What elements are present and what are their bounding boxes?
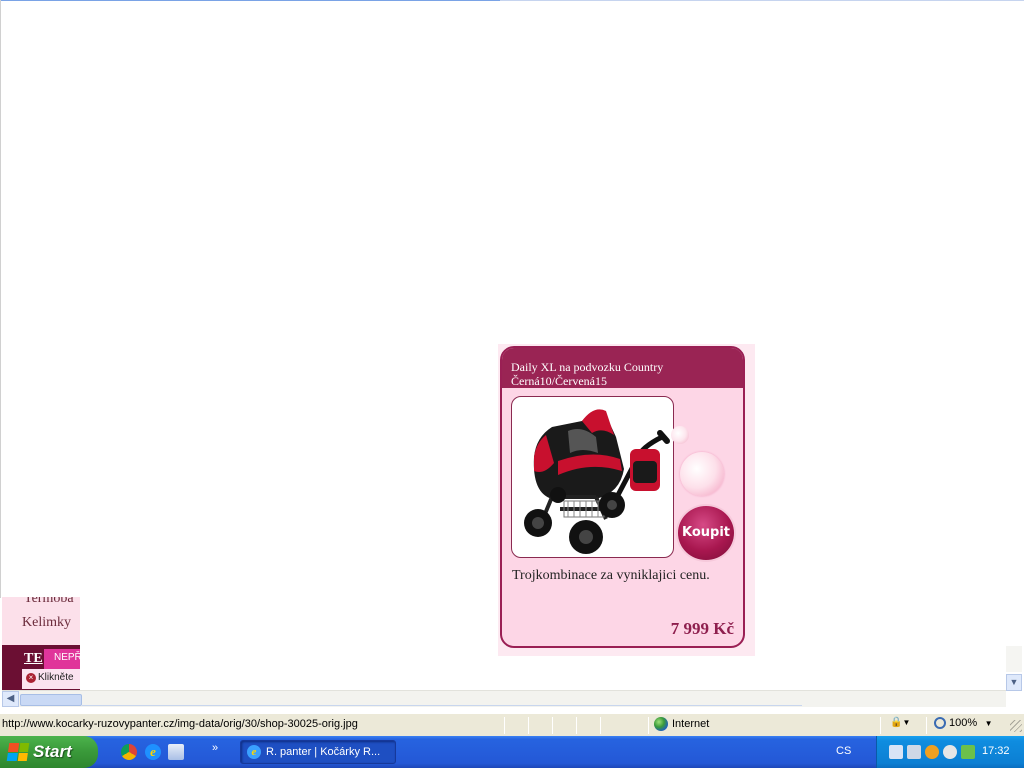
security-zone-label: Internet (672, 718, 710, 730)
product-title-line2: Černá10/Červená15 (511, 374, 607, 388)
security-zone[interactable]: Internet (654, 717, 709, 731)
status-separator (880, 717, 881, 734)
status-separator (528, 717, 529, 734)
product-price: 7 999 Kč (670, 619, 734, 638)
taskbar-window-label: R. panter | Kočárky R... (266, 746, 381, 758)
protected-mode-icon[interactable]: 🔒▼ (890, 717, 920, 728)
left-menu-fragment: Termoba Kelimky TE NEPŘ × Klikněte (2, 597, 80, 705)
product-popup: Daily XL na podvozku Country Černá10/Čer… (500, 346, 745, 648)
network-icon[interactable] (889, 745, 903, 759)
system-tray: 17:32 (876, 736, 1024, 768)
status-url: http://www.kocarky-ruzovypanter.cz/img-d… (2, 718, 358, 730)
language-indicator[interactable]: CS (836, 745, 851, 757)
globe-icon (654, 717, 668, 731)
status-separator (552, 717, 553, 734)
chevron-down-icon: ▼ (980, 718, 993, 728)
page-top-border-right (500, 0, 1024, 1)
menu-item-kelimky[interactable]: Kelimky (22, 615, 71, 631)
decorative-bubble-small (671, 426, 689, 444)
chrome-icon[interactable] (121, 744, 137, 760)
status-separator (600, 717, 601, 734)
notice-click-link[interactable]: × Klikněte (22, 669, 80, 689)
zoom-level: 100% (949, 717, 978, 729)
close-icon: × (26, 673, 36, 683)
antivirus-icon[interactable] (943, 745, 957, 759)
internet-explorer-icon[interactable]: e (145, 744, 161, 760)
product-image[interactable] (511, 396, 674, 558)
product-title: Daily XL na podvozku Country Černá10/Čer… (502, 348, 743, 388)
status-separator (504, 717, 505, 734)
vertical-scrollbar-track[interactable] (1006, 646, 1022, 672)
scroll-left-button[interactable]: ◀ (2, 691, 19, 707)
show-desktop-icon[interactable] (168, 744, 184, 760)
volume-icon[interactable] (907, 745, 921, 759)
internet-explorer-icon: e (247, 745, 261, 759)
product-title-line1: Daily XL na podvozku Country (511, 360, 664, 374)
windows-logo-icon (6, 743, 30, 761)
windows-taskbar: Start e » e R. panter | Kočárky R... CS … (0, 736, 1024, 768)
stroller-icon (524, 409, 670, 554)
browser-viewport: Termoba Kelimky TE NEPŘ × Klikněte Daily … (0, 0, 1024, 768)
zoom-icon (934, 717, 946, 729)
scroll-track-line (82, 705, 802, 706)
quicklaunch-more[interactable]: » (212, 742, 218, 754)
status-separator (576, 717, 577, 734)
browser-status-bar: http://www.kocarky-ruzovypanter.cz/img-d… (0, 713, 1024, 736)
resize-grip-icon[interactable] (1010, 720, 1022, 732)
decorative-bubble-medium (680, 452, 724, 496)
horizontal-scroll-thumb[interactable] (20, 694, 82, 706)
buy-button[interactable]: Koupit (676, 504, 736, 562)
scroll-down-button[interactable]: ▼ (1006, 674, 1022, 691)
taskbar-window-button[interactable]: e R. panter | Kočárky R... (240, 740, 396, 764)
menu-heading-te[interactable]: TE (24, 651, 43, 667)
status-separator (648, 717, 649, 734)
start-label: Start (33, 742, 72, 761)
notice-click-text: Klikněte (38, 672, 74, 683)
status-separator (926, 717, 927, 734)
menu-item-termobal[interactable]: Termoba (24, 597, 74, 607)
safely-remove-icon[interactable] (961, 745, 975, 759)
page-left-border (0, 0, 1, 598)
notice-banner: NEPŘ (44, 649, 80, 669)
page-top-border (0, 0, 500, 1)
zoom-control[interactable]: 100% ▼ (934, 717, 993, 729)
clock[interactable]: 17:32 (982, 745, 1010, 757)
start-button[interactable]: Start (0, 736, 98, 768)
app-tray-icon[interactable] (925, 745, 939, 759)
product-description: Trojkombinace za vyniklajici cenu. (512, 568, 710, 583)
horizontal-scrollbar[interactable]: ◀ (2, 690, 1006, 707)
